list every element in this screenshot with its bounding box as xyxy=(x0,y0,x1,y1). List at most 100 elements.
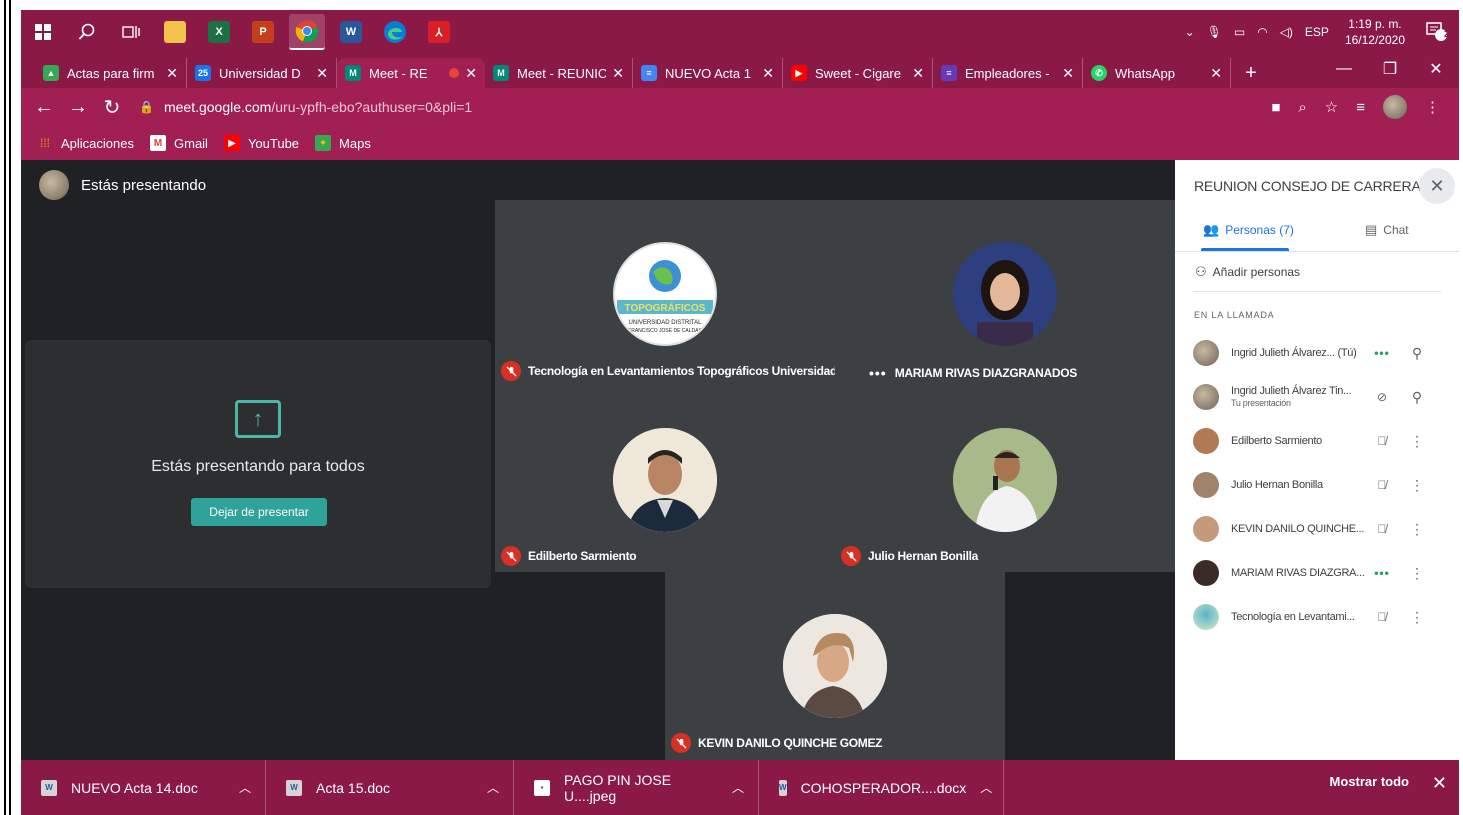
participant-tile-julio[interactable]: Julio Hernan Bonilla xyxy=(835,386,1175,572)
chevron-up-icon[interactable]: ︿ xyxy=(239,779,251,796)
excel-icon[interactable]: X xyxy=(201,14,237,50)
battery-icon[interactable]: ▭ xyxy=(1234,25,1245,39)
chevron-up-icon[interactable]: ︿ xyxy=(980,779,992,796)
bookmark-maps[interactable]: ✦ Maps xyxy=(315,135,371,151)
tab-meet-active[interactable]: M Meet - RE ✕ xyxy=(337,58,485,88)
list-item[interactable]: MARIAM RIVAS DIAZGRA... ••• ⋮ xyxy=(1193,553,1443,593)
close-icon[interactable]: ✕ xyxy=(1210,65,1222,82)
show-all-button[interactable]: Mostrar todo xyxy=(1330,774,1409,789)
close-icon[interactable]: ✕ xyxy=(166,65,178,82)
add-people-button[interactable]: ⚇ Añadir personas xyxy=(1195,264,1300,280)
list-item[interactable]: Tecnología en Levantami... 🎙̸ ⋮ xyxy=(1193,597,1443,637)
address-bar[interactable]: 🔒 meet.google.com /uru-ypfh-ebo?authuser… xyxy=(139,92,1239,122)
acrobat-icon[interactable]: ⅄ xyxy=(421,14,457,50)
notification-center-icon[interactable]: 2 xyxy=(1425,20,1450,44)
more-vert-icon[interactable]: ⋮ xyxy=(1397,565,1437,582)
list-item[interactable]: Ingrid Julieth Álvarez Tin... Tu present… xyxy=(1193,377,1443,417)
tab-whatsapp[interactable]: ✆ WhatsApp ✕ xyxy=(1083,58,1231,88)
close-panel-button[interactable]: ✕ xyxy=(1419,168,1455,204)
more-vert-icon[interactable]: ⋮ xyxy=(1397,521,1437,538)
restore-icon[interactable]: ❐ xyxy=(1367,59,1413,79)
download-item[interactable]: W NUEVO Acta 14.doc ︿ xyxy=(21,760,266,815)
language-indicator[interactable]: ESP xyxy=(1305,25,1329,39)
wifi-icon[interactable]: ◠ xyxy=(1257,25,1267,39)
divider xyxy=(1175,251,1459,252)
more-vert-icon[interactable]: ⋮ xyxy=(1397,433,1437,450)
tab-label: Universidad D xyxy=(219,65,301,81)
zoom-icon[interactable]: ⌕ xyxy=(1298,99,1306,116)
chevron-up-icon[interactable]: ︿ xyxy=(487,779,499,796)
download-item[interactable]: W COHOSPERADOR....docx ︿ xyxy=(759,760,1004,815)
tab-empleadores[interactable]: ≡ Empleadores - ✕ xyxy=(933,58,1083,88)
powerpoint-icon[interactable]: P xyxy=(245,14,281,50)
windows-start-icon[interactable] xyxy=(25,14,61,50)
tab-chat[interactable]: ▤ Chat xyxy=(1365,222,1409,238)
download-item[interactable]: W Acta 15.doc ︿ xyxy=(266,760,514,815)
back-icon[interactable]: ← xyxy=(27,96,61,119)
close-icon[interactable]: ✕ xyxy=(1062,65,1074,82)
tab-universidad[interactable]: 25 Universidad D ✕ xyxy=(187,58,337,88)
more-vert-icon[interactable]: ⋮ xyxy=(1397,477,1437,494)
lock-icon[interactable]: 🔒 xyxy=(139,100,154,114)
more-vert-icon[interactable]: ⋮ xyxy=(1425,98,1440,116)
list-item[interactable]: Edilberto Sarmiento 🎙̸ ⋮ xyxy=(1193,421,1443,461)
microphone-icon[interactable]: 🎙 xyxy=(1207,25,1222,39)
tab-nuevo-acta[interactable]: ≡ NUEVO Acta 1 ✕ xyxy=(633,58,783,88)
avatar xyxy=(1193,604,1219,630)
new-tab-button[interactable]: + xyxy=(1231,58,1271,88)
close-icon[interactable]: ✕ xyxy=(465,65,477,82)
close-window-icon[interactable]: ✕ xyxy=(1413,59,1459,79)
avatar xyxy=(1193,428,1219,454)
clock[interactable]: 1:19 p. m. 16/12/2020 xyxy=(1345,16,1405,48)
bookmark-aplicaciones[interactable]: ⁞⁞⁞ Aplicaciones xyxy=(37,135,134,151)
participant-tile-kevin[interactable]: KEVIN DANILO QUINCHE GOMEZ xyxy=(665,572,1005,760)
pin-icon[interactable]: ⚲ xyxy=(1397,345,1437,362)
tab-label: Empleadores - xyxy=(965,65,1050,81)
task-view-icon[interactable] xyxy=(113,14,149,50)
tab-youtube-sweet[interactable]: ▶ Sweet - Cigare ✕ xyxy=(783,58,933,88)
pin-icon[interactable]: ⚲ xyxy=(1397,389,1437,406)
bookmark-gmail[interactable]: M Gmail xyxy=(150,135,208,151)
close-icon[interactable]: ✕ xyxy=(762,65,774,82)
download-label: PAGO PIN JOSE U....jpeg xyxy=(564,771,672,804)
minimize-icon[interactable]: — xyxy=(1321,60,1367,78)
reload-icon[interactable]: ↻ xyxy=(95,95,129,120)
tab-chat-label: Chat xyxy=(1383,223,1409,237)
stop-presenting-button[interactable]: Dejar de presentar xyxy=(191,498,327,526)
close-icon[interactable]: ✕ xyxy=(912,65,924,82)
more-vert-icon[interactable]: ⋮ xyxy=(1397,609,1437,626)
tab-people-label: Personas (7) xyxy=(1225,223,1294,237)
volume-icon[interactable]: ◁) xyxy=(1280,25,1293,39)
star-icon[interactable]: ☆ xyxy=(1325,98,1338,116)
url-host: meet.google.com xyxy=(163,99,272,115)
list-item[interactable]: Ingrid Julieth Álvarez... (Tú) ••• ⚲ xyxy=(1193,333,1443,373)
list-item[interactable]: Julio Hernan Bonilla 🎙̸ ⋮ xyxy=(1193,465,1443,505)
participant-name: Edilberto Sarmiento xyxy=(528,549,637,563)
forward-icon[interactable]: → xyxy=(61,96,95,119)
tab-actas-para-firma[interactable]: ▲ Actas para firm ✕ xyxy=(35,58,187,88)
profile-avatar[interactable] xyxy=(1383,95,1407,119)
media-control-icon[interactable]: ≡ xyxy=(1356,99,1365,116)
bookmark-label: YouTube xyxy=(247,135,300,151)
camera-in-use-icon[interactable]: ■ xyxy=(1271,99,1280,116)
chevron-up-icon[interactable]: ⌄ xyxy=(1185,25,1195,39)
close-icon[interactable]: ✕ xyxy=(316,65,328,82)
search-icon[interactable] xyxy=(69,14,105,50)
participant-tile-mariam[interactable]: ••• MARIAM RIVAS DIAZGRANADOS xyxy=(835,200,1175,386)
close-icon[interactable]: ✕ xyxy=(612,65,624,82)
edge-icon[interactable] xyxy=(377,14,413,50)
participant-tile-edilberto[interactable]: Edilberto Sarmiento xyxy=(495,386,835,572)
list-item[interactable]: KEVIN DANILO QUINCHE... 🎙̸ ⋮ xyxy=(1193,509,1443,549)
word-icon[interactable]: W xyxy=(333,14,369,50)
tab-people[interactable]: 👥 Personas (7) xyxy=(1203,222,1294,238)
youtube-icon: ▶ xyxy=(223,135,240,151)
participant-tile-tecnologia[interactable]: TOPOGRÁFICOS UNIVERSIDAD DISTRITAL FRANC… xyxy=(495,200,861,386)
chrome-icon[interactable] xyxy=(289,14,325,50)
close-icon[interactable]: ✕ xyxy=(1432,773,1447,794)
close-icon: ✕ xyxy=(1429,175,1445,196)
chevron-up-icon[interactable]: ︿ xyxy=(732,779,744,796)
file-explorer-icon[interactable] xyxy=(157,14,193,50)
download-item[interactable]: ▪ PAGO PIN JOSE U....jpeg ︿ xyxy=(514,760,759,815)
tab-meet-reunion[interactable]: M Meet - REUNIC ✕ xyxy=(485,58,633,88)
bookmark-youtube[interactable]: ▶ YouTube xyxy=(223,135,300,151)
